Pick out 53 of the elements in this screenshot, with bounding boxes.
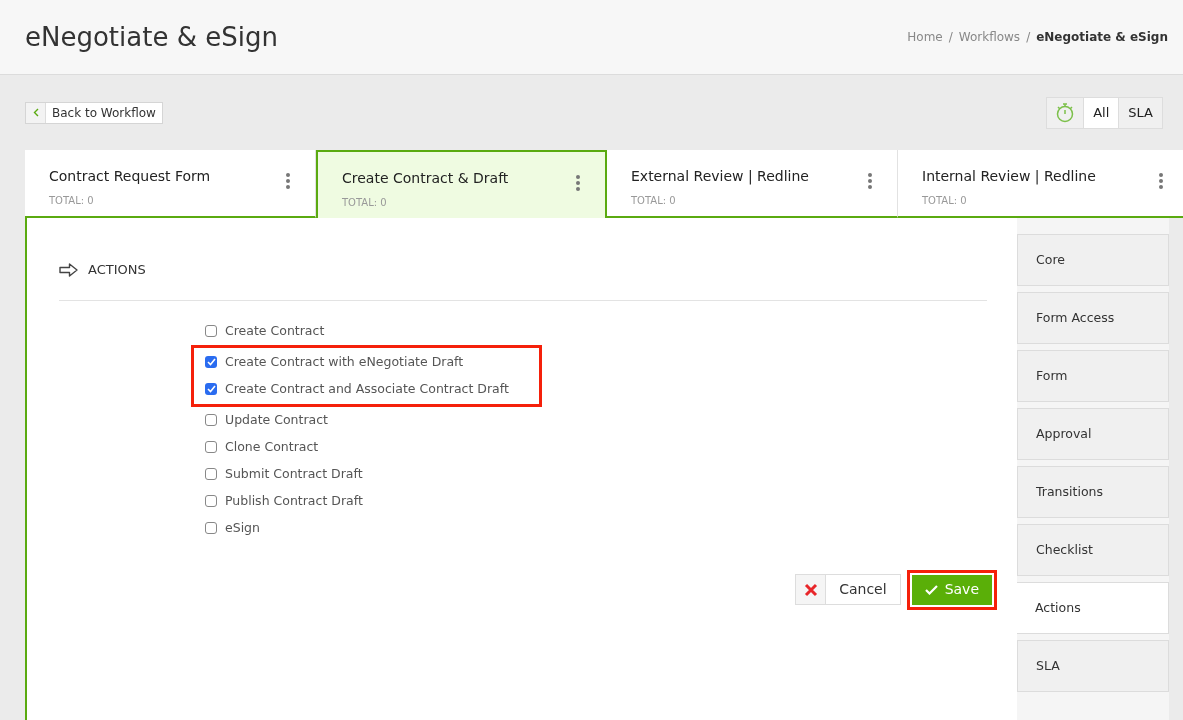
stage-name: Contract Request Form <box>49 167 211 186</box>
more-vertical-icon[interactable] <box>576 175 580 191</box>
cancel-button[interactable]: Cancel <box>795 574 901 605</box>
breadcrumb-current: eNegotiate & eSign <box>1036 29 1168 46</box>
stage-name: Create Contract & Draft <box>342 169 509 188</box>
checkbox-label: Publish Contract Draft <box>225 491 363 510</box>
more-vertical-icon[interactable] <box>1159 173 1163 189</box>
checkbox[interactable] <box>205 414 217 426</box>
checkbox-label: Submit Contract Draft <box>225 464 363 483</box>
stopwatch-icon <box>1055 102 1076 123</box>
breadcrumb-separator: / <box>1026 29 1031 46</box>
checkbox-label: eSign <box>225 518 260 537</box>
stage-total: TOTAL: 0 <box>922 194 968 208</box>
arrow-right-icon <box>59 262 78 277</box>
side-tab[interactable]: Form Access <box>1017 292 1169 344</box>
checkbox[interactable] <box>205 325 217 337</box>
stage-tab[interactable]: External Review | Redline TOTAL: 0 <box>607 150 898 218</box>
side-tab[interactable]: Form <box>1017 350 1169 402</box>
section-title: ACTIONS <box>88 261 146 279</box>
checkbox[interactable] <box>205 468 217 480</box>
stage-name: External Review | Redline <box>631 167 809 187</box>
stage-total: TOTAL: 0 <box>342 196 388 210</box>
stage-tab[interactable]: Create Contract & Draft TOTAL: 0 <box>316 150 607 218</box>
side-tab[interactable]: Actions <box>1017 582 1169 634</box>
side-tab[interactable]: Transitions <box>1017 466 1169 518</box>
side-tab[interactable]: Checklist <box>1017 524 1169 576</box>
more-vertical-icon[interactable] <box>286 173 290 189</box>
stage-tab[interactable]: Contract Request Form TOTAL: 0 <box>25 150 316 218</box>
side-tab[interactable]: Core <box>1017 234 1169 286</box>
checkbox-label: Update Contract <box>225 410 328 429</box>
close-icon <box>803 582 818 597</box>
more-vertical-icon[interactable] <box>868 173 872 189</box>
checkbox-label: Create Contract and Associate Contract Draft <box>225 379 509 398</box>
filter-toggle-option[interactable]: All <box>1084 97 1120 128</box>
checkbox[interactable] <box>205 383 217 395</box>
breadcrumb-separator: / <box>948 29 953 46</box>
side-tab[interactable]: Approval <box>1017 408 1169 460</box>
back-button[interactable]: Back to Workflow <box>25 101 163 124</box>
checkmark-icon <box>924 584 938 595</box>
checkbox[interactable] <box>205 356 217 368</box>
checkbox-label: Create Contract <box>225 321 325 340</box>
page-title: eNegotiate & eSign <box>25 20 278 54</box>
checkbox[interactable] <box>205 522 217 534</box>
stage-total: TOTAL: 0 <box>49 194 95 208</box>
stage-name: Internal Review | Redline <box>922 167 1096 187</box>
checkbox[interactable] <box>205 495 217 507</box>
stage-total: TOTAL: 0 <box>631 194 677 208</box>
checkbox-label: Create Contract with eNegotiate Draft <box>225 352 464 371</box>
checkbox[interactable] <box>205 441 217 453</box>
side-tab[interactable]: SLA <box>1017 640 1169 692</box>
checkbox-label: Clone Contract <box>225 437 319 456</box>
chevron-left-icon <box>32 108 39 117</box>
stage-tab[interactable]: Internal Review | Redline TOTAL: 0 <box>898 150 1183 218</box>
